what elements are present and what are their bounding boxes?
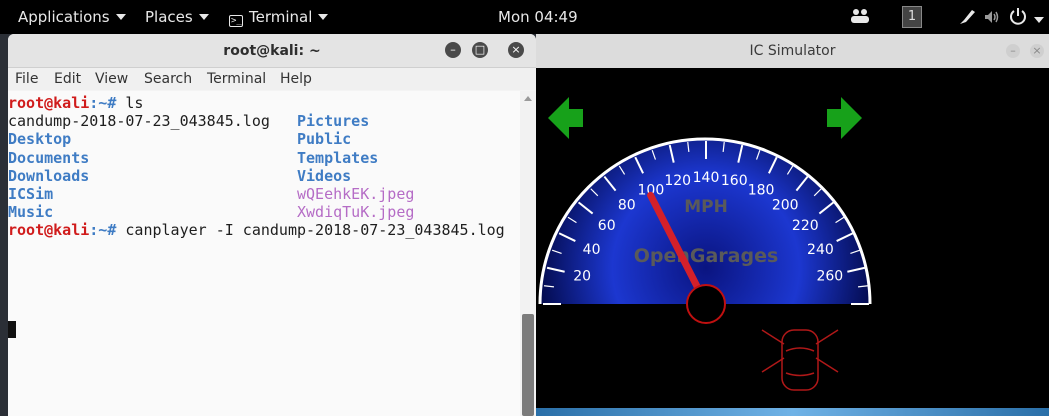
scroll-up-icon[interactable] (524, 96, 532, 101)
speed-tick-label: 20 (573, 269, 591, 285)
list-item: Documents (8, 149, 90, 167)
speed-tick-label: 60 (598, 218, 616, 234)
menu-help[interactable]: Help (280, 71, 312, 87)
speed-tick-label: 220 (792, 218, 819, 234)
list-item: Templates (297, 149, 379, 167)
list-item: ICSim (8, 185, 54, 203)
speedometer: 20406080100120 140 160180200220240260 MPH … (538, 137, 872, 324)
prompt-path: :~# (89, 221, 117, 239)
prompt-user: root@kali (8, 221, 90, 239)
terminal-window[interactable]: root@kali: ~ – □ × File Edit View Search… (8, 34, 536, 416)
speed-tick-label: 40 (583, 242, 601, 258)
left-turn-signal-icon (548, 97, 583, 139)
pen-icon[interactable] (957, 7, 977, 31)
chevron-down-icon (318, 14, 329, 20)
workspace-number: 1 (902, 6, 922, 28)
maximize-button[interactable]: □ (472, 42, 488, 58)
command-line: root@kali:~# ls (8, 94, 143, 112)
speed-tick-label: 260 (816, 269, 843, 285)
speed-tick-label: 200 (772, 198, 799, 214)
instrument-cluster: 20406080100120 140 160180200220240260 MPH … (536, 97, 1049, 416)
chevron-down-icon (1033, 17, 1044, 23)
terminal-scrollbar[interactable] (520, 91, 536, 416)
close-icon: × (511, 43, 521, 56)
terminal-output[interactable]: root@kali:~# ls candump-2018-07-23_04384… (8, 91, 520, 416)
menu-view[interactable]: View (95, 71, 128, 87)
minimize-icon: – (450, 43, 456, 56)
workspace-indicator[interactable]: 1 (902, 6, 922, 28)
menu-search[interactable]: Search (144, 71, 192, 87)
list-item: Pictures (297, 112, 370, 130)
list-item: candump-2018-07-23_043845.log (8, 112, 270, 130)
people-icon[interactable] (850, 7, 870, 29)
text-cursor (8, 321, 16, 338)
speed-unit-label: MPH (684, 197, 728, 217)
list-item: Desktop (8, 130, 72, 148)
minimize-button[interactable]: – (445, 42, 461, 58)
ic-simulator-title: IC Simulator (749, 43, 836, 59)
terminal-icon: >_ (229, 15, 243, 27)
list-item: wQEehkEK.jpeg (297, 185, 415, 203)
command-text: canplayer -I candump-2018-07-23_043845.l… (116, 221, 505, 239)
dashboard-floor (536, 408, 1049, 416)
command-text: ls (116, 94, 144, 112)
ic-simulator-window[interactable]: IC Simulator – × 20 40 60 80 100 120 140 160 180… (536, 34, 1049, 416)
menu-terminal[interactable]: Terminal (207, 71, 266, 87)
list-item: Public (297, 130, 352, 148)
volume-icon[interactable] (983, 8, 1001, 30)
clock[interactable]: Mon 04:49 (498, 8, 578, 26)
command-line: root@kali:~# canplayer -I candump-2018-0… (8, 221, 505, 239)
right-turn-signal-icon (827, 97, 862, 139)
brand-label: OpenGarages (634, 245, 779, 267)
needle-hub (686, 284, 726, 324)
power-menu[interactable] (1009, 7, 1044, 29)
list-item: Downloads (8, 167, 90, 185)
prompt-user: root@kali (8, 94, 90, 112)
terminal-app-label: Terminal (249, 8, 313, 26)
close-button[interactable]: × (1030, 44, 1044, 58)
chevron-down-icon (115, 14, 126, 20)
menu-file[interactable]: File (15, 71, 38, 87)
scrollbar-thumb[interactable] (522, 314, 534, 416)
list-item: Videos (297, 167, 352, 185)
terminal-menubar: File Edit View Search Terminal Help (8, 68, 536, 90)
minimize-button[interactable]: – (1006, 44, 1020, 58)
speed-tick-label: 80 (618, 198, 636, 214)
top-bar: Applications Places >_ Terminal Mon 04:49… (0, 0, 1049, 34)
terminal-app-menu[interactable]: >_ Terminal (229, 8, 329, 27)
places-menu[interactable]: Places (145, 8, 209, 26)
power-icon (1010, 8, 1026, 25)
list-item: XwdiqTuK.jpeg (297, 203, 415, 221)
menu-edit[interactable]: Edit (54, 71, 81, 87)
ic-simulator-titlebar[interactable]: IC Simulator – × (536, 34, 1049, 68)
speed-tick-label: 160 (721, 173, 748, 189)
prompt-path: :~# (89, 94, 117, 112)
minimize-icon: – (1010, 44, 1016, 57)
speed-tick-label: 140 (693, 170, 720, 186)
chevron-down-icon (198, 14, 209, 20)
terminal-titlebar[interactable]: root@kali: ~ – □ × (8, 34, 536, 68)
close-button[interactable]: × (508, 42, 524, 58)
places-label: Places (145, 8, 193, 26)
car-door-status-icon (761, 329, 839, 391)
applications-menu[interactable]: Applications (18, 8, 126, 26)
maximize-icon: □ (474, 43, 486, 56)
close-icon: × (1032, 44, 1042, 57)
list-item: Music (8, 203, 54, 221)
speed-tick-label: 240 (807, 242, 834, 258)
speed-tick-label: 120 (664, 173, 691, 189)
speed-tick-label: 180 (748, 183, 775, 199)
applications-label: Applications (18, 8, 110, 26)
